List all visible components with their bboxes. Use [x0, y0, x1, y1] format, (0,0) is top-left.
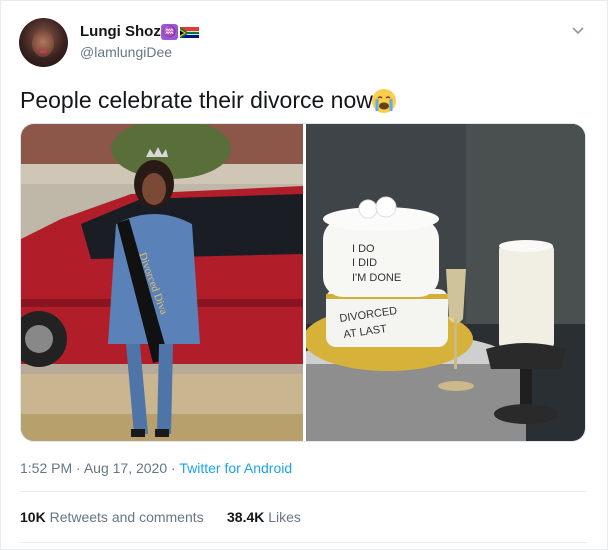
- tweet-media[interactable]: Divorced Diva I DO I DID I'M DONE DIVORC…: [20, 123, 586, 442]
- likes-count: 38.4K: [227, 509, 265, 525]
- tweet-card: Lungi Shozi ♒ @lamlungiDee People celebr…: [0, 0, 608, 550]
- display-name[interactable]: Lungi Shozi: [80, 23, 165, 40]
- divider: [20, 491, 587, 492]
- tweet-meta: 1:52 PM · Aug 17, 2020 · Twitter for And…: [20, 460, 292, 476]
- likes-label: Likes: [268, 509, 301, 525]
- photo-divorce-cake[interactable]: I DO I DID I'M DONE DIVORCED AT LAST: [306, 124, 585, 441]
- divider-bottom: [20, 542, 587, 543]
- photo-woman-sash-red-car[interactable]: Divorced Diva: [21, 124, 303, 441]
- avatar-lips: [39, 50, 47, 53]
- south-africa-flag-icon: [180, 26, 199, 38]
- loudly-crying-face-icon: [370, 87, 398, 115]
- avatar[interactable]: [19, 18, 68, 67]
- likes-stat[interactable]: 38.4K Likes: [227, 509, 301, 525]
- tweet-text: People celebrate their divorce now: [20, 87, 373, 113]
- aquarius-emoji-icon: ♒: [161, 24, 178, 40]
- retweets-stat[interactable]: 10K Retweets and comments: [20, 509, 204, 525]
- retweets-count: 10K: [20, 509, 46, 525]
- user-handle[interactable]: @lamlungiDee: [80, 44, 172, 60]
- cake-text-2: I DID: [352, 257, 377, 269]
- tweet-source-link[interactable]: Twitter for Android: [179, 460, 292, 476]
- tweet-stats: 10K Retweets and comments 38.4K Likes: [20, 509, 301, 525]
- meta-separator: ·: [76, 460, 81, 476]
- chevron-down-icon[interactable]: [569, 21, 587, 39]
- meta-separator-2: ·: [171, 460, 176, 476]
- tweet-time[interactable]: 1:52 PM: [20, 460, 72, 476]
- cake-text-1: I DO: [352, 243, 375, 255]
- cake-text-3: I'M DONE: [352, 272, 401, 284]
- retweets-label: Retweets and comments: [49, 509, 204, 525]
- tweet-date[interactable]: Aug 17, 2020: [84, 460, 167, 476]
